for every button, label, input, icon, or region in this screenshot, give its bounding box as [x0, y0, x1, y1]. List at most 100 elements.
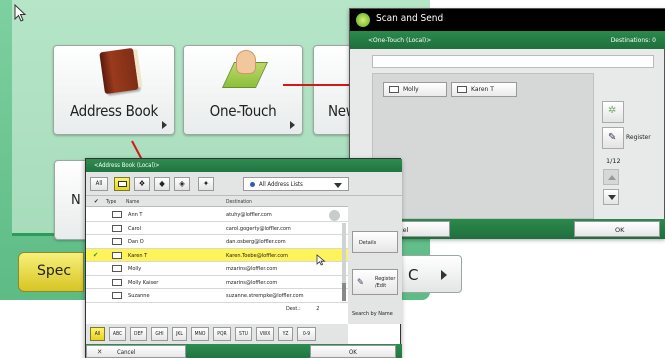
address-book-tile-label: Address Book: [70, 102, 158, 120]
alpha-tab[interactable]: DEF: [130, 327, 147, 341]
ok-label: OK: [349, 349, 357, 356]
multi-colored-icon: ✦: [202, 179, 210, 188]
address-book-tile[interactable]: Address Book: [53, 45, 175, 135]
one-touch-tile-label: One-Touch: [209, 102, 277, 120]
entry-label: Molly: [403, 86, 419, 93]
one-touch-settings-button[interactable]: ✲: [602, 101, 624, 123]
details-button[interactable]: Details: [352, 231, 398, 253]
filter-file-button[interactable]: ◈: [174, 177, 190, 191]
close-icon: ✕: [97, 348, 103, 356]
list-scroll-up-button[interactable]: [329, 210, 340, 221]
alpha-tab[interactable]: JKL: [172, 327, 187, 341]
row-destination: mzarins@loffler.com: [226, 266, 278, 272]
alpha-tab[interactable]: STU: [235, 327, 252, 341]
filter-multi-button[interactable]: ✦: [198, 177, 214, 191]
alpha-tab[interactable]: VWX: [256, 327, 274, 341]
row-destination: dan.osberg@loffler.com: [226, 239, 286, 245]
filter-group-button[interactable]: ◆: [154, 177, 170, 191]
address-book-title: <Address Book (Local)>: [94, 162, 160, 169]
cancel-button[interactable]: ✕ Cancel: [86, 345, 186, 358]
file-server-icon: ◈: [179, 179, 185, 188]
mouse-pointer-icon: [316, 254, 326, 266]
one-touch-tile[interactable]: One-Touch: [183, 45, 303, 135]
row-destination: mzarins@loffler.com: [226, 279, 278, 286]
address-list-select-label: All Address Lists: [259, 181, 303, 188]
filter-fax-button[interactable]: ❖: [134, 177, 150, 191]
row-name: Molly: [128, 266, 142, 272]
scan-register-label: Register: [626, 134, 651, 141]
email-card-icon: [112, 224, 122, 232]
scroll-down-button[interactable]: [603, 189, 619, 205]
search-by-name-button[interactable]: Search by Name: [352, 311, 398, 318]
table-row[interactable]: Molly mzarins@loffler.com: [86, 262, 348, 276]
row-destination: Karen.Toebe@loffler.com: [226, 252, 289, 259]
column-destination: Destination: [226, 199, 252, 205]
address-book-icon: [99, 47, 139, 95]
table-row[interactable]: Suzanne suzanne.strempke@loffler.com: [86, 289, 348, 303]
scan-register-button[interactable]: ✎: [602, 127, 624, 149]
details-label: Details: [359, 240, 377, 246]
partially-hidden-tile-label: N: [71, 193, 81, 208]
alpha-tab[interactable]: YZ: [278, 327, 293, 341]
email-card-icon: [112, 278, 122, 286]
email-card-icon: [457, 86, 467, 93]
one-touch-entry-karen[interactable]: Karen T: [451, 82, 517, 97]
address-table-header: ✔ Type Name Destination: [86, 196, 348, 207]
alpha-tab[interactable]: PQR: [213, 327, 231, 341]
arrow-up-icon: [608, 175, 616, 180]
email-card-icon: [118, 181, 127, 187]
table-row[interactable]: ✔ Karen T Karen.Toebe@loffler.com: [86, 248, 348, 262]
table-row[interactable]: Molly Kaiser mzarins@loffler.com: [86, 275, 348, 289]
table-row[interactable]: Ann T atuhy@loffler.com: [86, 208, 348, 222]
email-card-icon: [112, 211, 122, 218]
address-list-select[interactable]: All Address Lists: [243, 177, 349, 191]
sparkle-icon: ✲: [608, 105, 617, 116]
scroll-up-button[interactable]: [603, 169, 619, 185]
row-destination: carol.gogerty@loffler.com: [226, 225, 291, 232]
one-touch-entry-molly[interactable]: Molly: [383, 82, 447, 97]
address-book-dialog: <Address Book (Local)> All ❖ ◆ ◈ ✦ All A…: [85, 158, 402, 358]
column-type: Type: [106, 199, 117, 205]
table-row[interactable]: Dan O dan.osberg@loffler.com: [86, 235, 348, 249]
alpha-tab[interactable]: All: [90, 327, 105, 341]
alpha-tab[interactable]: MNO: [191, 327, 209, 341]
address-book-title-bar: <Address Book (Local)>: [86, 159, 402, 172]
scan-destination-field[interactable]: [372, 55, 654, 68]
list-scrollbar-thumb[interactable]: [342, 283, 346, 301]
email-card-icon: [112, 265, 122, 272]
alpha-tab[interactable]: GHI: [151, 327, 168, 341]
checkmark-icon: ✔: [93, 250, 99, 259]
destination-count: Dest.: 2: [286, 306, 319, 312]
scan-subheader: <One-Touch (Local)> Destinations: 0: [350, 31, 665, 49]
alphabet-tabs: All ABC DEF GHI JKL MNO PQR STU VWX YZ 0-9: [86, 324, 348, 344]
scan-ok-button[interactable]: OK: [574, 221, 660, 237]
table-row[interactable]: Carol carol.gogerty@loffler.com: [86, 221, 348, 235]
filter-email-button[interactable]: [114, 177, 130, 191]
email-card-icon: [112, 292, 122, 299]
row-name: Molly Kaiser: [128, 279, 159, 286]
row-name: Carol: [128, 225, 142, 232]
chevron-down-icon: [334, 183, 342, 188]
scan-destination-count: Destinations: 0: [610, 37, 656, 44]
cancel-label: Cancel: [117, 349, 136, 356]
screen-stage: Address Book One-Touch New D N Spec C: [0, 0, 665, 358]
destination-count-value: 2: [316, 306, 320, 312]
alpha-tab[interactable]: ABC: [109, 327, 126, 341]
register-edit-label: Register /Edit: [375, 276, 396, 289]
row-destination: atuhy@loffler.com: [226, 212, 272, 218]
email-card-icon: [112, 238, 122, 245]
address-table: ✔ Type Name Destination Ann T atuhy@loffl…: [86, 196, 348, 336]
scan-subtitle: <One-Touch (Local)>: [368, 37, 432, 44]
scan-ok-label: OK: [615, 226, 625, 234]
ok-button[interactable]: OK: [310, 345, 396, 358]
connector-line: [283, 84, 353, 86]
scan-title-bar: Scan and Send: [350, 9, 665, 31]
bottom-option-label: C: [408, 266, 419, 284]
register-edit-button[interactable]: ✎ Register /Edit: [352, 269, 398, 295]
chevron-right-icon: [290, 121, 295, 129]
alpha-tab[interactable]: 0-9: [297, 327, 316, 341]
special-button-label: Spec: [37, 263, 72, 279]
filter-all-button[interactable]: All: [90, 177, 108, 191]
group-icon: ◆: [159, 179, 165, 188]
pen-icon: ✎: [608, 132, 617, 143]
